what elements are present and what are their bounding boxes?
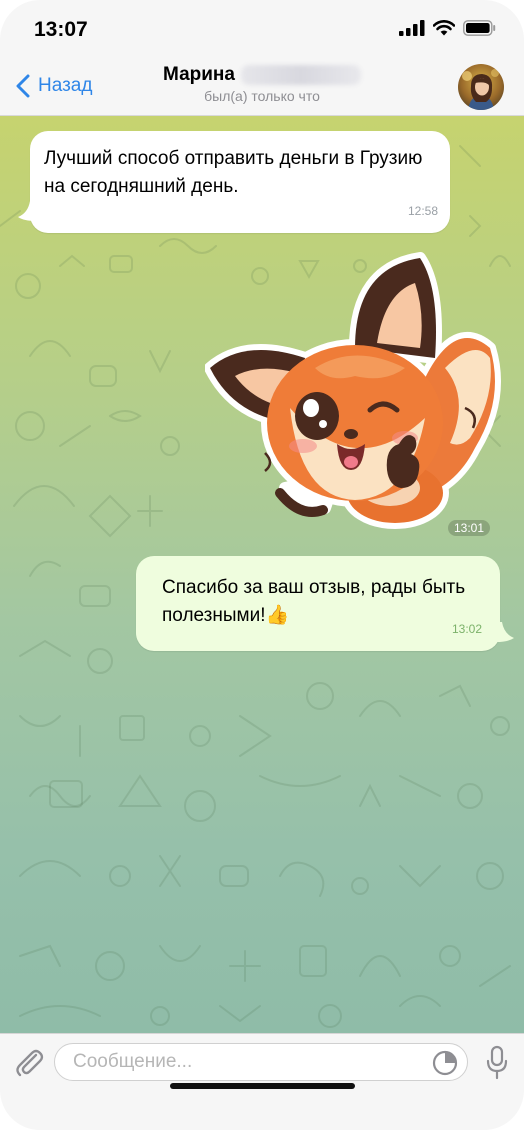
message-list[interactable]: Лучший способ отправить деньги в Грузию … — [0, 116, 524, 1033]
input-bar — [0, 1033, 524, 1130]
wifi-icon — [433, 20, 455, 36]
contact-status: был(а) только что — [204, 88, 320, 104]
bubble-tail-outgoing — [496, 622, 514, 642]
sticker-time: 13:01 — [448, 520, 491, 536]
status-icons — [399, 20, 496, 36]
battery-icon — [463, 20, 496, 36]
chat-title[interactable]: Марина был(а) только что — [0, 64, 524, 104]
avatar[interactable] — [458, 64, 504, 110]
sticker-icon[interactable] — [432, 1050, 458, 1076]
contact-name: Марина — [163, 64, 235, 85]
microphone-icon[interactable] — [485, 1045, 509, 1081]
chat-screen: 13:07 Назад Марина был(а) только что Луч… — [0, 0, 524, 1130]
message-outgoing[interactable]: Спасибо за ваш отзыв, рады быть полезным… — [136, 556, 500, 651]
message-text: Лучший способ отправить деньги в Грузию … — [44, 148, 423, 197]
message-time: 12:58 — [407, 204, 438, 218]
message-input[interactable] — [54, 1043, 468, 1081]
paperclip-icon[interactable] — [14, 1046, 44, 1078]
status-time: 13:07 — [34, 18, 88, 41]
message-time: 13:02 — [451, 622, 482, 636]
status-bar: 13:07 — [0, 0, 524, 60]
message-incoming[interactable]: Лучший способ отправить деньги в Грузию … — [30, 131, 450, 233]
fox-sticker[interactable] — [205, 248, 505, 533]
signal-icon — [399, 20, 425, 36]
message-text: Спасибо за ваш отзыв, рады быть полезным… — [162, 577, 466, 626]
chat-header: Назад Марина был(а) только что — [0, 60, 524, 116]
bubble-tail-incoming — [18, 201, 36, 221]
redacted-surname — [240, 65, 361, 85]
home-indicator — [170, 1083, 355, 1089]
